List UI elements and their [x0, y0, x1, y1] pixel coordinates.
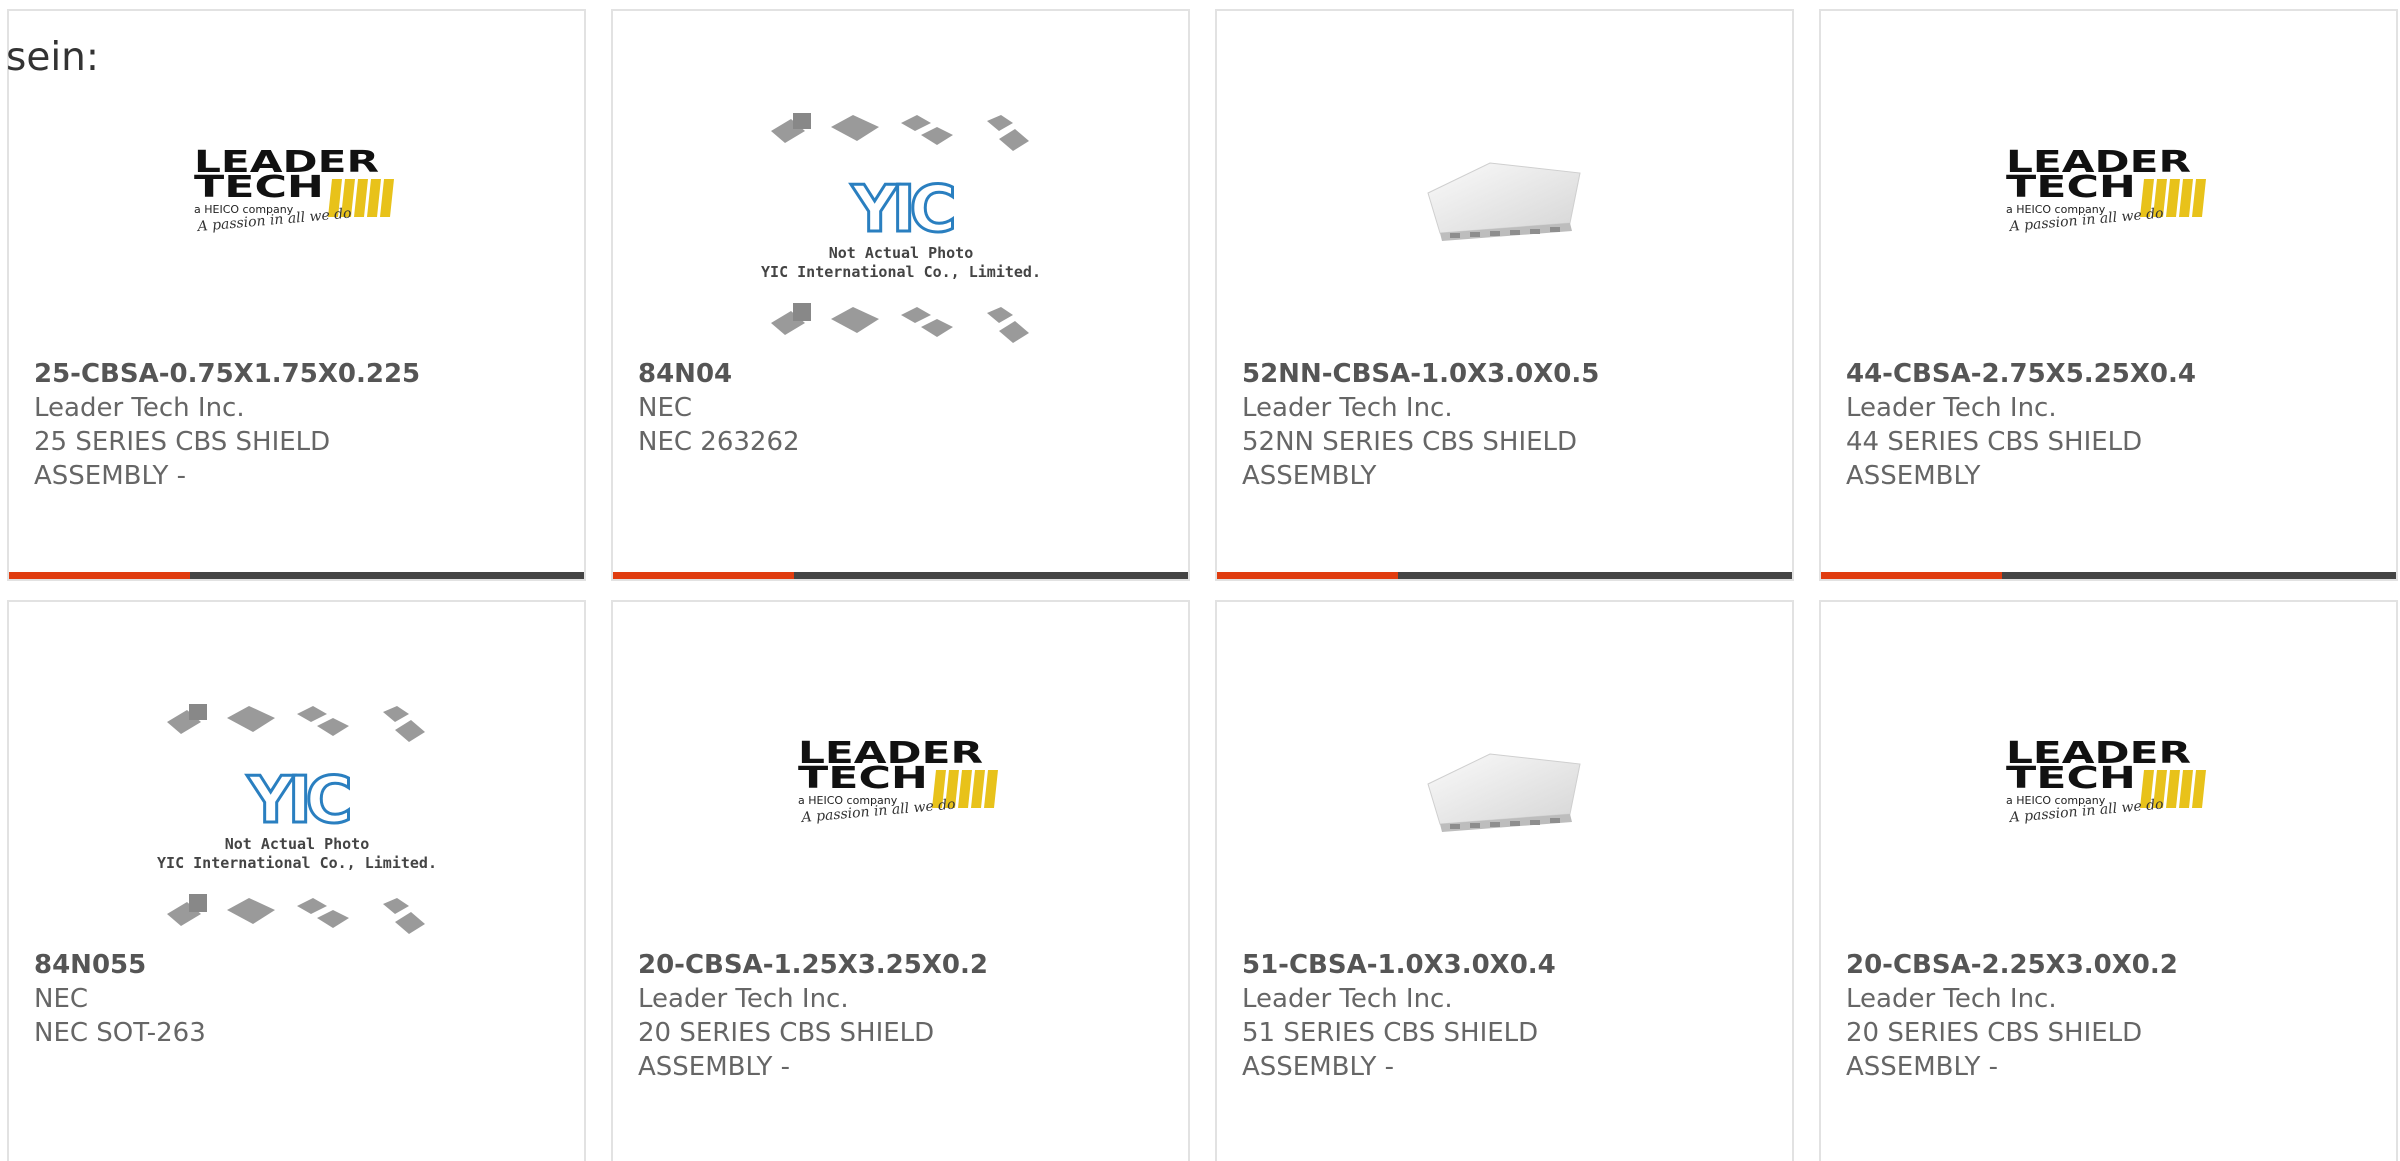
- card-bottom-bar: [9, 572, 584, 579]
- product-image[interactable]: LEADER TECH a HEICO company A passion in…: [1821, 93, 2396, 353]
- product-card[interactable]: LEADER TECH a HEICO company A passion in…: [1819, 600, 2398, 1161]
- product-card[interactable]: 52NN-CBSA-1.0X3.0X0.5 Leader Tech Inc. 5…: [1215, 9, 1794, 581]
- svg-text:TECH: TECH: [194, 170, 324, 205]
- intro-text: sein:: [6, 35, 100, 80]
- card-accent-bar: [9, 572, 190, 579]
- product-manufacturer: Leader Tech Inc.: [1846, 393, 2057, 423]
- product-card[interactable]: LEADER TECH a HEICO company A passion in…: [611, 600, 1190, 1161]
- product-image[interactable]: YIC Not Actual Photo YIC International C…: [9, 684, 584, 944]
- card-bottom-bar: [613, 572, 1188, 579]
- product-card[interactable]: LEADER TECH a HEICO company A passion in…: [7, 9, 586, 581]
- svg-text:TECH: TECH: [2006, 170, 2136, 205]
- product-card[interactable]: 51-CBSA-1.0X3.0X0.4 Leader Tech Inc. 51 …: [1215, 600, 1794, 1161]
- product-description: 52NN SERIES CBS SHIELD: [1242, 427, 1578, 457]
- product-grid-page: sein: LEADER TECH a HEICO company A pass…: [0, 0, 2400, 1161]
- yic-placeholder-image: YIC Not Actual Photo YIC International C…: [157, 704, 437, 934]
- product-description-2: ASSEMBLY -: [34, 461, 187, 491]
- product-image[interactable]: [1217, 93, 1792, 353]
- product-card[interactable]: YIC Not Actual Photo YIC International C…: [611, 9, 1190, 581]
- yic-placeholder-image: YIC Not Actual Photo YIC International C…: [761, 113, 1041, 343]
- product-manufacturer: Leader Tech Inc.: [1242, 393, 1453, 423]
- product-card[interactable]: YIC Not Actual Photo YIC International C…: [7, 600, 586, 1161]
- card-accent-bar: [1821, 572, 2002, 579]
- product-image[interactable]: YIC Not Actual Photo YIC International C…: [613, 93, 1188, 353]
- product-part-number[interactable]: 84N055: [34, 948, 574, 982]
- product-description-2: ASSEMBLY -: [1242, 1052, 1395, 1082]
- product-manufacturer: Leader Tech Inc.: [638, 984, 849, 1014]
- svg-text:Not Actual Photo: Not Actual Photo: [828, 244, 973, 262]
- product-part-number[interactable]: 25-CBSA-0.75X1.75X0.225: [34, 357, 574, 391]
- product-part-number[interactable]: 20-CBSA-1.25X3.25X0.2: [638, 948, 1178, 982]
- product-image[interactable]: LEADER TECH a HEICO company A passion in…: [1821, 684, 2396, 944]
- product-description: NEC SOT-263: [34, 1018, 206, 1048]
- svg-text:YIC International Co., Limited: YIC International Co., Limited.: [157, 854, 437, 872]
- product-manufacturer: Leader Tech Inc.: [1242, 984, 1453, 1014]
- svg-text:Not Actual Photo: Not Actual Photo: [224, 835, 369, 853]
- product-image[interactable]: LEADER TECH a HEICO company A passion in…: [613, 684, 1188, 944]
- leader-tech-logo: LEADER TECH a HEICO company A passion in…: [2006, 736, 2206, 826]
- product-description-2: ASSEMBLY: [1242, 461, 1377, 491]
- product-description-2: ASSEMBLY: [1846, 461, 1981, 491]
- svg-text:YIC: YIC: [246, 764, 348, 838]
- product-description-2: ASSEMBLY -: [638, 1052, 791, 1082]
- product-description-2: ASSEMBLY -: [1846, 1052, 1999, 1082]
- svg-text:YIC: YIC: [850, 173, 952, 247]
- leader-tech-logo: LEADER TECH a HEICO company A passion in…: [798, 736, 998, 826]
- product-description: 20 SERIES CBS SHIELD: [638, 1018, 935, 1048]
- product-part-number[interactable]: 84N04: [638, 357, 1178, 391]
- product-manufacturer: NEC: [638, 393, 693, 423]
- product-manufacturer: Leader Tech Inc.: [34, 393, 245, 423]
- product-card[interactable]: LEADER TECH a HEICO company A passion in…: [1819, 9, 2398, 581]
- product-part-number[interactable]: 20-CBSA-2.25X3.0X0.2: [1846, 948, 2386, 982]
- product-part-number[interactable]: 51-CBSA-1.0X3.0X0.4: [1242, 948, 1782, 982]
- leader-tech-logo: LEADER TECH a HEICO company A passion in…: [194, 145, 394, 235]
- card-bottom-bar: [1821, 572, 2396, 579]
- product-description: 44 SERIES CBS SHIELD: [1846, 427, 2143, 457]
- product-image[interactable]: LEADER TECH a HEICO company A passion in…: [9, 93, 584, 353]
- product-image[interactable]: [1217, 684, 1792, 944]
- product-description: 25 SERIES CBS SHIELD: [34, 427, 331, 457]
- svg-text:YIC International Co., Limited: YIC International Co., Limited.: [761, 263, 1041, 281]
- leader-tech-logo: LEADER TECH a HEICO company A passion in…: [2006, 145, 2206, 235]
- product-description: 20 SERIES CBS SHIELD: [1846, 1018, 2143, 1048]
- product-description: NEC 263262: [638, 427, 800, 457]
- shield-photo-image: [1426, 162, 1581, 241]
- product-part-number[interactable]: 52NN-CBSA-1.0X3.0X0.5: [1242, 357, 1782, 391]
- card-accent-bar: [613, 572, 794, 579]
- svg-text:TECH: TECH: [798, 761, 928, 796]
- product-manufacturer: Leader Tech Inc.: [1846, 984, 2057, 1014]
- product-manufacturer: NEC: [34, 984, 89, 1014]
- card-accent-bar: [1217, 572, 1398, 579]
- card-bottom-bar: [1217, 572, 1792, 579]
- shield-photo-image: [1426, 753, 1581, 832]
- product-description: 51 SERIES CBS SHIELD: [1242, 1018, 1539, 1048]
- svg-text:TECH: TECH: [2006, 761, 2136, 796]
- product-part-number[interactable]: 44-CBSA-2.75X5.25X0.4: [1846, 357, 2386, 391]
